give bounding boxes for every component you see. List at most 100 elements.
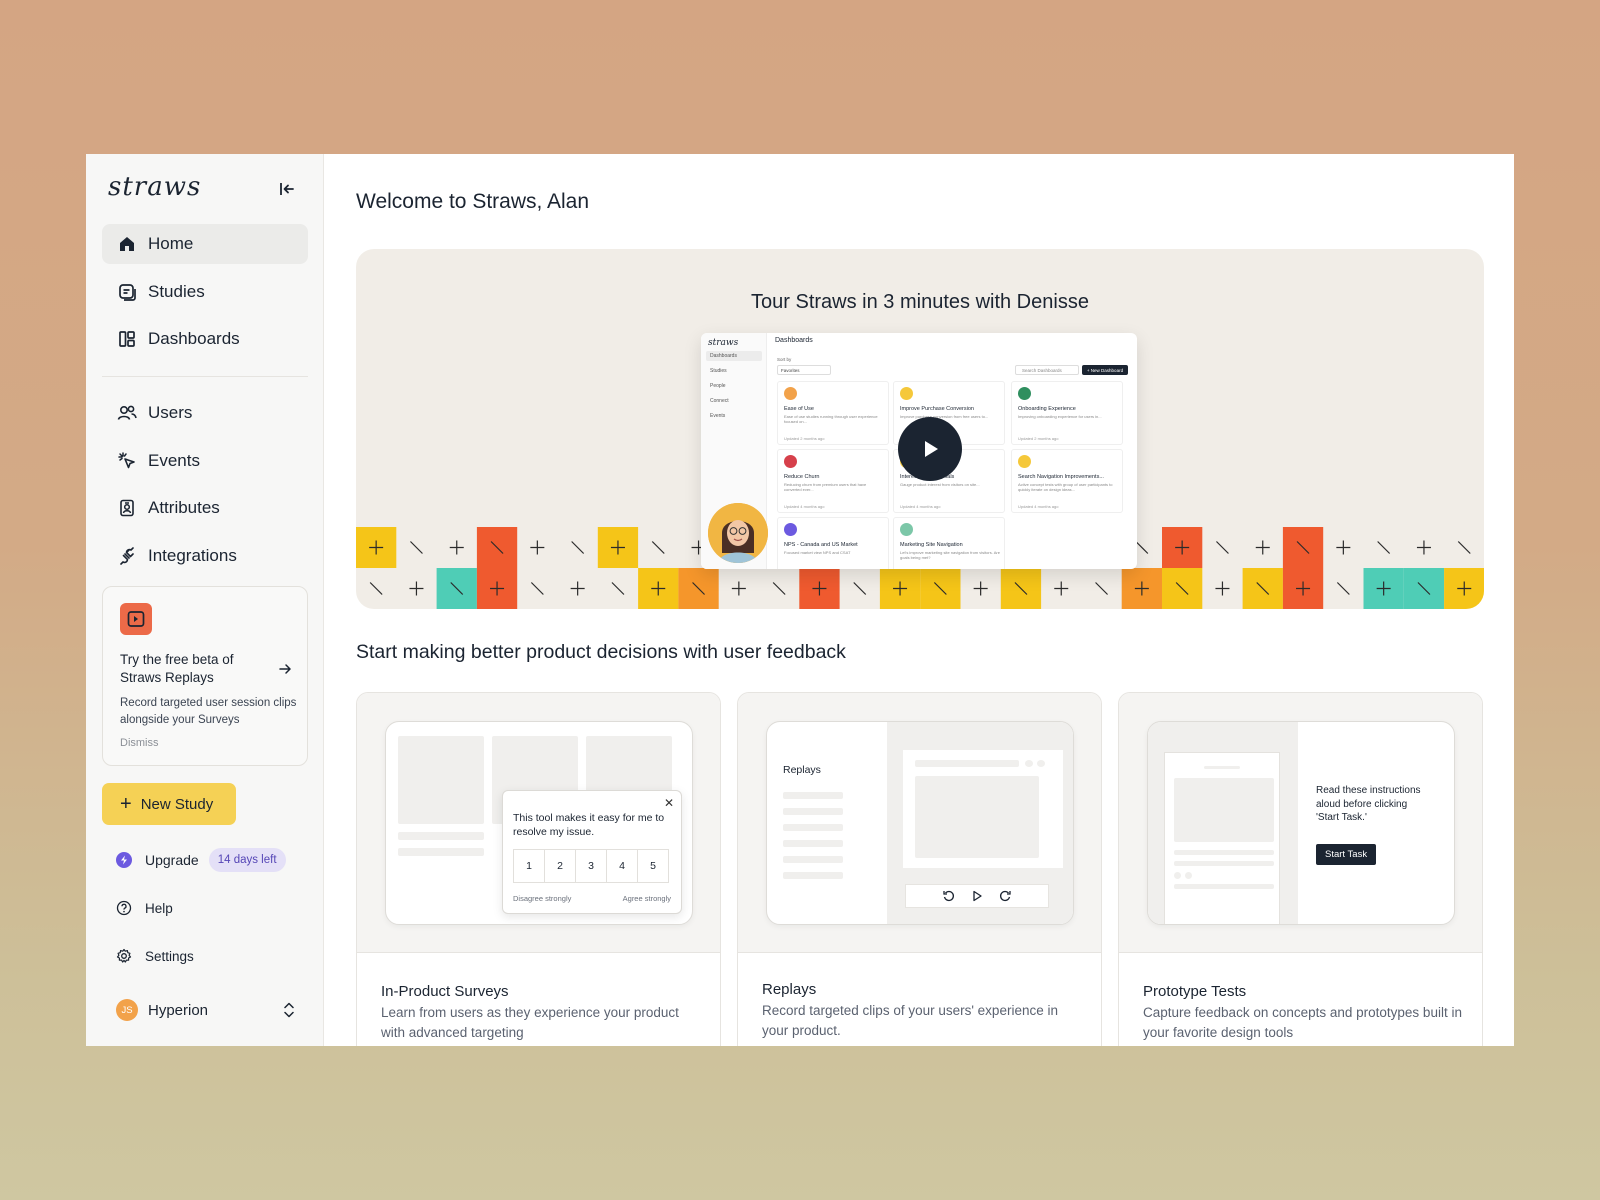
rating-option[interactable]: 5 — [637, 849, 669, 883]
surveys-mock: ✕ This tool makes it easy for me to reso… — [385, 721, 693, 925]
preview-card-desc: Let's improve marketing site navigation … — [900, 550, 1000, 560]
pattern-glyph — [651, 541, 665, 554]
workspace-switcher[interactable]: JS Hyperion — [116, 997, 296, 1023]
start-task-button[interactable]: Start Task — [1316, 844, 1377, 865]
dashboards-icon — [116, 328, 138, 350]
pattern-glyph — [853, 582, 867, 595]
feature-card-prototype-tests[interactable]: Read these instructions aloud before cli… — [1118, 692, 1483, 1046]
feature-card-replays[interactable]: Replays Replays Record targeted clips of… — [737, 692, 1102, 1046]
preview-card-icon — [900, 387, 913, 400]
gear-icon — [116, 948, 132, 964]
collapse-sidebar-icon[interactable] — [276, 178, 298, 200]
pattern-glyph — [571, 541, 585, 554]
preview-logo: straws — [708, 338, 739, 348]
feature-description: Learn from users as they experience your… — [381, 1005, 679, 1040]
preview-card-title: Search Navigation Improvements... — [1018, 474, 1104, 480]
preview-search: Search Dashboards — [1015, 365, 1079, 375]
preview-card-desc: Focused market view NPS and CSAT — [784, 550, 851, 555]
rating-option[interactable]: 3 — [575, 849, 607, 883]
pattern-glyph — [530, 582, 544, 595]
cursor-click-icon — [116, 450, 138, 472]
straws-logo[interactable]: straws — [108, 172, 201, 202]
feature-title: Replays — [762, 981, 817, 998]
feature-title: In-Product Surveys — [381, 983, 509, 1000]
survey-question: This tool makes it easy for me to resolv… — [513, 812, 665, 838]
home-icon — [116, 233, 138, 255]
tour-video-banner[interactable]: Tour Straws in 3 minutes with Denisse st… — [356, 249, 1484, 609]
preview-card-title: Onboarding Experience — [1018, 406, 1076, 412]
feature-card-surveys[interactable]: ✕ This tool makes it easy for me to reso… — [356, 692, 721, 1046]
pattern-glyph — [611, 582, 625, 595]
settings-link[interactable]: Settings — [116, 944, 194, 968]
survey-popup: ✕ This tool makes it easy for me to reso… — [502, 790, 682, 914]
nav-item-attributes[interactable]: Attributes — [102, 488, 308, 528]
preview-new-dashboard-button: + New Dashboard — [1082, 365, 1128, 375]
prototype-instructions: Read these instructions aloud before cli… — [1316, 785, 1421, 823]
preview-nav-item: Connect — [710, 398, 729, 404]
preview-card-title: Improve Purchase Conversion — [900, 406, 974, 412]
dismiss-link[interactable]: Dismiss — [120, 737, 159, 749]
nav-label: Dashboards — [148, 329, 240, 349]
play-icon — [925, 441, 938, 457]
preview-card: Ease of Use Ease of use studies running … — [777, 381, 889, 445]
rewind-icon[interactable] — [942, 889, 956, 903]
rating-option[interactable]: 4 — [606, 849, 638, 883]
upgrade-link[interactable]: Upgrade 14 days left — [116, 846, 286, 874]
preview-heading: Dashboards — [775, 337, 813, 344]
beta-card-description: Record targeted user session clips along… — [120, 697, 297, 726]
new-study-button[interactable]: + New Study — [102, 783, 236, 825]
pattern-glyph — [410, 541, 423, 554]
workspace-name: Hyperion — [148, 1001, 209, 1019]
pattern-glyph — [530, 540, 545, 555]
replays-beta-card[interactable]: Try the free beta of Straws Replays Reco… — [102, 586, 308, 766]
badge-icon — [116, 497, 138, 519]
nav-item-dashboards[interactable]: Dashboards — [102, 319, 308, 359]
section-heading: Start making better product decisions wi… — [356, 641, 846, 663]
help-link[interactable]: Help — [116, 896, 173, 920]
play-video-button[interactable] — [898, 417, 962, 481]
pattern-glyph — [409, 581, 424, 596]
feature-description: Capture feedback on concepts and prototy… — [1143, 1005, 1462, 1040]
arrow-right-icon[interactable] — [277, 661, 293, 677]
nav-item-integrations[interactable]: Integrations — [102, 536, 308, 576]
scale-low-label: Disagree strongly — [513, 894, 572, 903]
nav-label: Studies — [148, 281, 205, 301]
nav-item-home[interactable]: Home — [102, 224, 308, 264]
preview-card-title: Marketing Site Navigation — [900, 542, 963, 548]
nav-item-users[interactable]: Users — [102, 393, 308, 433]
nav-label: Home — [148, 234, 194, 253]
preview-sort-select: Favorites — [777, 365, 831, 375]
nav-item-studies[interactable]: Studies — [102, 272, 308, 312]
nav-item-events[interactable]: Events — [102, 441, 308, 481]
pattern-glyph — [1336, 582, 1350, 595]
pattern-glyph — [1457, 541, 1471, 554]
lightning-icon — [116, 852, 132, 868]
play-icon[interactable] — [970, 889, 984, 903]
rating-option[interactable]: 1 — [513, 849, 545, 883]
chevron-up-down-icon — [282, 1001, 296, 1019]
scale-high-label: Agree strongly — [622, 894, 671, 903]
close-icon[interactable]: ✕ — [664, 796, 674, 810]
rating-option[interactable]: 2 — [544, 849, 576, 883]
preview-card-updated: Updated 4 months ago — [1018, 504, 1059, 509]
pattern-glyph — [1416, 540, 1431, 555]
prototype-illustration: Read these instructions aloud before cli… — [1119, 693, 1482, 953]
surveys-illustration: ✕ This tool makes it easy for me to reso… — [357, 693, 720, 953]
page-title: Welcome to Straws, Alan — [356, 190, 590, 213]
preview-card: Search Navigation Improvements... Active… — [1011, 449, 1123, 513]
preview-nav-item: People — [710, 383, 726, 389]
preview-card-title: Ease of Use — [784, 406, 814, 412]
pattern-glyph — [1216, 541, 1229, 554]
nav-label: Integrations — [148, 545, 237, 565]
preview-nav-item: Dashboards — [706, 351, 762, 361]
replay-icon — [120, 603, 152, 635]
settings-label: Settings — [145, 948, 194, 964]
rating-scale: 1 2 3 4 5 — [513, 849, 669, 883]
preview-card-icon — [1018, 455, 1031, 468]
workspace-avatar: JS — [116, 999, 138, 1021]
preview-nav-item: Studies — [710, 368, 727, 374]
preview-nav-item: Events — [710, 413, 726, 419]
preview-card: Marketing Site Navigation Let's improve … — [893, 517, 1005, 569]
pattern-glyph — [449, 540, 464, 555]
forward-icon[interactable] — [998, 889, 1012, 903]
